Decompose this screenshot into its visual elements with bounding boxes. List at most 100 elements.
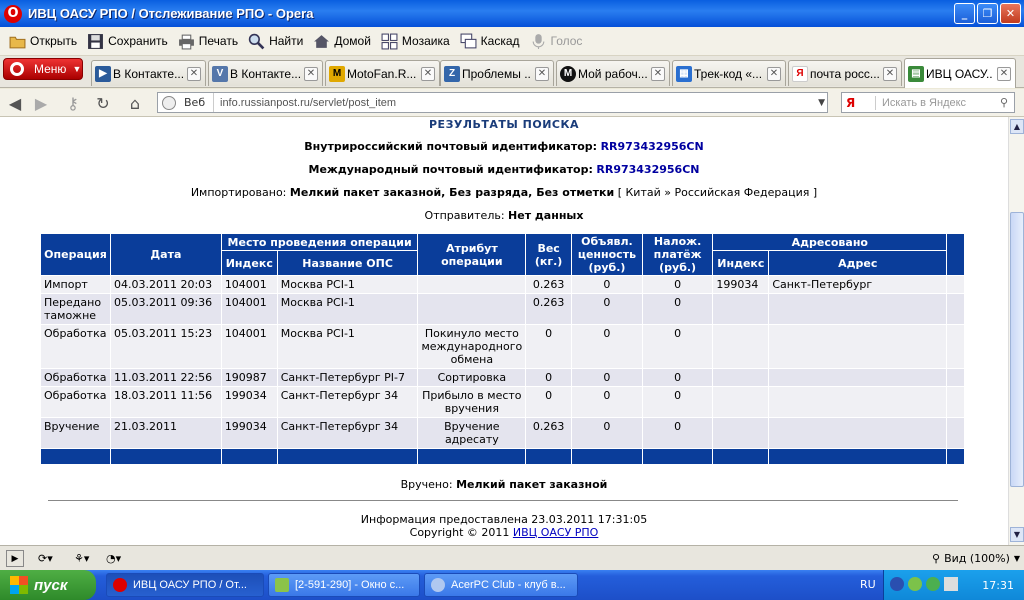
scroll-thumb[interactable] — [1010, 212, 1024, 487]
zoom-control[interactable]: ⚲ Вид (100%) ▼ — [932, 550, 1020, 567]
chevron-down-icon: ▼ — [1013, 554, 1021, 563]
home-icon[interactable]: ⌂ — [124, 93, 146, 113]
url-field[interactable]: Веб info.russianpost.ru/servlet/post_ite… — [157, 92, 828, 113]
tab-track-code[interactable]: ▦ Трек-код «... ✕ — [672, 60, 786, 86]
tab-close-icon[interactable]: ✕ — [883, 66, 897, 81]
copyright-link[interactable]: ИВЦ ОАСУ РПО — [513, 526, 598, 539]
main-toolbar: Открыть Сохранить Печать Найти Домой Моз… — [0, 27, 1024, 56]
cell-attr: Сортировка — [417, 368, 527, 387]
cell-op: Обработка — [40, 324, 111, 369]
task-opera[interactable]: ИВЦ ОАСУ РПО / От... — [106, 573, 264, 597]
yandex-logo-icon[interactable]: Я — [842, 95, 876, 110]
scroll-up-icon[interactable]: ▲ — [1010, 119, 1024, 134]
tab-problems[interactable]: Z Проблемы ... ✕ — [440, 60, 554, 86]
cell-op: Импорт — [40, 275, 111, 294]
tab-close-icon[interactable]: ✕ — [651, 66, 665, 81]
tray-arrow-icon[interactable] — [890, 577, 904, 591]
find-label: Найти — [269, 34, 304, 48]
start-button[interactable]: пуск — [0, 570, 96, 600]
imported-line: Импортировано: Мелкий пакет заказной, Бе… — [0, 186, 1008, 199]
tab-close-icon[interactable]: ✕ — [535, 66, 549, 81]
tab-close-icon[interactable]: ✕ — [187, 66, 201, 81]
cell-aidx — [712, 386, 770, 418]
language-indicator[interactable]: RU — [860, 578, 876, 591]
minimize-button[interactable]: _ — [954, 3, 975, 24]
open-button[interactable]: Открыть — [4, 29, 82, 53]
cell-addr — [768, 368, 948, 387]
vertical-scrollbar[interactable]: ▲ ▼ — [1008, 117, 1024, 545]
chevron-down-icon: ▼ — [72, 64, 82, 74]
floppy-icon — [88, 33, 104, 49]
cell-name: Москва PCI-1 — [276, 275, 419, 294]
sender-value: Нет данных — [508, 209, 584, 222]
cell-attr — [417, 275, 527, 294]
opera-menu-button[interactable]: Меню ▼ — [3, 58, 83, 80]
tab-my-desktop[interactable]: M Мой рабоч... ✕ — [556, 60, 670, 86]
forward-icon[interactable]: ▶ — [30, 93, 52, 113]
cell-attr — [417, 293, 527, 325]
tile-label: Мозаика — [401, 34, 450, 48]
tab-close-icon[interactable]: ✕ — [304, 66, 318, 81]
scroll-down-icon[interactable]: ▼ — [1010, 527, 1024, 542]
cell-attr: Вручение адресату — [417, 417, 527, 449]
cell-addr — [768, 324, 948, 369]
task-label: ИВЦ ОАСУ РПО / От... — [133, 579, 247, 591]
tab-vkontakte-1[interactable]: ▶ В Контакте... ✕ — [91, 60, 206, 86]
tab-vkontakte-2[interactable]: V В Контакте... ✕ — [208, 60, 323, 86]
speed-dial-icon[interactable]: ◔▾ — [106, 550, 121, 567]
chevron-down-icon[interactable]: ▼ — [818, 98, 825, 108]
panel-toggle-icon[interactable]: ▶ — [6, 550, 24, 567]
unite-icon[interactable]: ⚘▾ — [74, 550, 89, 567]
url-text[interactable]: info.russianpost.ru/servlet/post_item — [214, 97, 396, 109]
tab-close-icon[interactable]: ✕ — [421, 66, 435, 81]
volume-icon[interactable] — [944, 577, 958, 591]
close-button[interactable]: ✕ — [1000, 3, 1021, 24]
engine-label: Веб — [184, 96, 206, 109]
print-button[interactable]: Печать — [173, 29, 243, 53]
cell-w: 0 — [525, 324, 573, 369]
turbo-icon[interactable]: ⟳▾ — [38, 550, 53, 567]
col-operation: Операция — [40, 233, 111, 276]
cell-cod: 0 — [641, 293, 714, 325]
imported-value: Мелкий пакет заказной, Без разряда, Без … — [289, 186, 615, 199]
utorrent-icon[interactable] — [926, 577, 940, 591]
system-tray: 17:31 — [883, 570, 1024, 600]
info-text: Информация предоставлена 23.03.2011 17:3… — [360, 513, 648, 526]
tray-app-icon[interactable] — [908, 577, 922, 591]
tab-ivc-oasu[interactable]: ▤ ИВЦ ОАСУ... ✕ — [904, 58, 1016, 88]
tab-close-icon[interactable]: ✕ — [767, 66, 781, 81]
copyright-line: Copyright © 2011 ИВЦ ОАСУ РПО — [0, 526, 1008, 539]
cell-dv: 0 — [571, 386, 643, 418]
tab-motofan[interactable]: M MotoFan.R... ✕ — [325, 60, 440, 86]
tab-close-icon[interactable]: ✕ — [997, 66, 1011, 81]
key-icon[interactable]: ⚷ — [62, 93, 84, 113]
page-content: РЕЗУЛЬТАТЫ ПОИСКА Внутрироссийский почто… — [0, 117, 1008, 545]
tab-russian-post[interactable]: Я почта росс... ✕ — [788, 60, 902, 86]
tile-button[interactable]: Мозаика — [376, 29, 455, 53]
printer-icon — [178, 34, 194, 49]
find-button[interactable]: Найти — [243, 29, 308, 53]
search-engine-selector[interactable]: Веб — [158, 93, 214, 112]
col-addr-index: Индекс — [712, 250, 770, 276]
voice-button[interactable]: Голос — [525, 29, 588, 53]
cell-cod: 0 — [641, 324, 714, 369]
cell-date: 04.03.2011 20:03 — [109, 275, 222, 294]
domestic-id-line: Внутрироссийский почтовый идентификатор:… — [0, 140, 1008, 153]
search-field[interactable]: Я Искать в Яндекс ⚲ — [841, 92, 1015, 113]
cell-spacer — [946, 417, 965, 449]
cell-spacer — [946, 368, 965, 387]
cell-w: 0 — [525, 386, 573, 418]
reload-icon[interactable]: ↻ — [92, 93, 114, 113]
cell-spacer — [946, 324, 965, 369]
back-icon[interactable]: ◀ — [4, 93, 26, 113]
task-acerpc[interactable]: AcerPC Club - клуб в... — [424, 573, 578, 597]
cell-aidx — [712, 293, 770, 325]
search-placeholder[interactable]: Искать в Яндекс — [876, 97, 966, 109]
task-notes[interactable]: [2-591-290] - Окно с... — [268, 573, 420, 597]
cascade-button[interactable]: Каскад — [455, 29, 525, 53]
maximize-button[interactable]: ❐ — [977, 3, 998, 24]
home-button[interactable]: Домой — [308, 29, 376, 53]
tab-label: Проблемы ... — [462, 66, 531, 81]
save-button[interactable]: Сохранить — [82, 29, 173, 53]
search-icon[interactable]: ⚲ — [1000, 96, 1008, 109]
